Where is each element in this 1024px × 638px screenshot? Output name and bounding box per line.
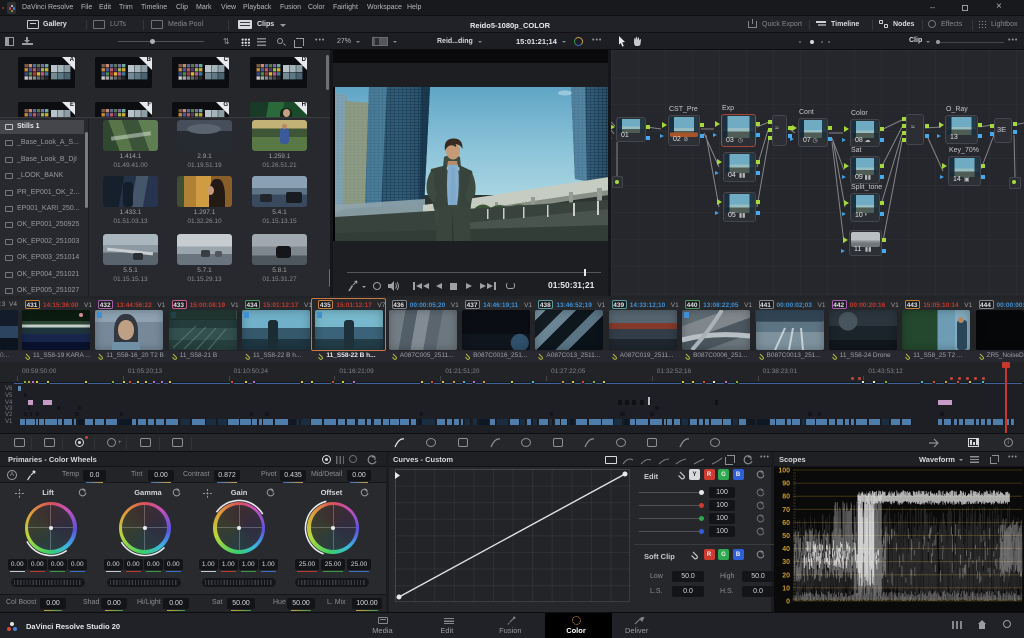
svg-text:40: 40 <box>782 546 790 553</box>
svg-text:90: 90 <box>782 481 790 488</box>
svg-text:100: 100 <box>778 468 790 475</box>
svg-text:20: 20 <box>782 572 790 579</box>
svg-text:10: 10 <box>782 585 790 592</box>
svg-text:80: 80 <box>782 494 790 501</box>
svg-text:0: 0 <box>786 599 790 606</box>
svg-text:60: 60 <box>782 520 790 527</box>
svg-text:50: 50 <box>782 533 790 540</box>
svg-text:70: 70 <box>782 507 790 514</box>
svg-text:30: 30 <box>782 559 790 566</box>
